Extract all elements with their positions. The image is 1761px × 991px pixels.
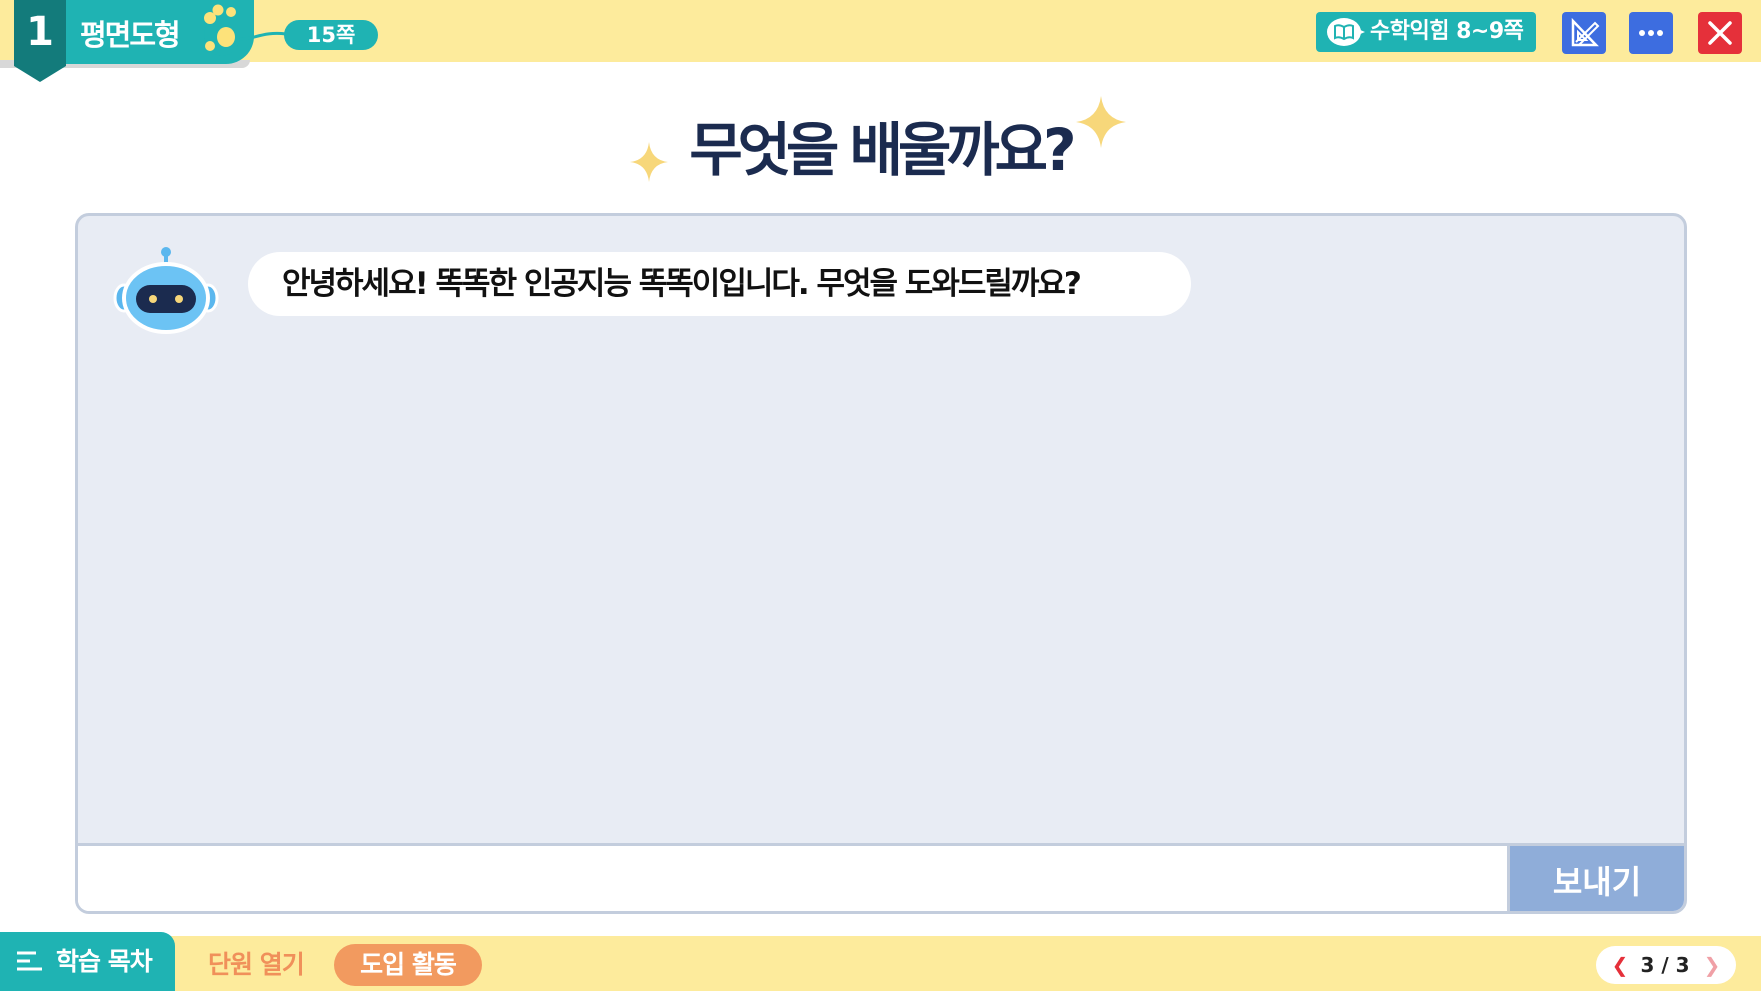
tab-intro-activity[interactable]: 도입 활동	[334, 944, 482, 986]
toc-label: 학습 목차	[56, 947, 153, 976]
more-button[interactable]	[1629, 12, 1673, 54]
unit-number-badge: 1	[14, 0, 66, 82]
chat-panel: 안녕하세요! 똑똑한 인공지능 똑똑이입니다. 무엇을 도와드릴까요? 보내기	[75, 213, 1687, 914]
page-number-pill: 15쪽	[284, 20, 378, 50]
chat-input[interactable]	[78, 846, 1504, 911]
robot-avatar-icon	[113, 247, 219, 334]
next-page-chevron-icon[interactable]: ❯	[1698, 946, 1726, 984]
page-title: 무엇을 배울까요?	[689, 116, 1076, 184]
close-icon	[1708, 21, 1732, 45]
practice-book-label: 수학익힘 8~9쪽	[1370, 19, 1524, 44]
ruler-triangle-icon	[1571, 17, 1600, 47]
unit-title: 평면도형	[80, 18, 181, 52]
sparkle-icon	[1076, 96, 1126, 148]
prev-page-chevron-icon[interactable]: ❮	[1606, 946, 1634, 984]
chat-input-row: 보내기	[78, 843, 1684, 911]
close-button[interactable]	[1698, 12, 1742, 54]
tools-button[interactable]	[1562, 12, 1606, 54]
tab-unit-open[interactable]: 단원 열기	[208, 948, 305, 982]
app-screen: 1 평면도형 15쪽 수학익힘 8~9쪽 무엇을 배울까요? 안녕하세요! 똑똑…	[0, 0, 1761, 991]
practice-book-button[interactable]: 수학익힘 8~9쪽	[1316, 12, 1536, 52]
chat-message-bubble: 안녕하세요! 똑똑한 인공지능 똑똑이입니다. 무엇을 도와드릴까요?	[248, 252, 1191, 316]
menu-lines-icon	[17, 951, 42, 971]
toc-button[interactable]: 학습 목차	[0, 932, 175, 991]
pager: ❮ 3 / 3 ❯	[1596, 946, 1736, 984]
send-button[interactable]: 보내기	[1507, 846, 1684, 911]
page-counter: 3 / 3	[1640, 953, 1690, 977]
unit-number: 1	[26, 9, 54, 55]
more-dots-icon	[1639, 30, 1663, 36]
book-icon	[1327, 18, 1365, 46]
paw-decoration-icon	[204, 4, 287, 56]
